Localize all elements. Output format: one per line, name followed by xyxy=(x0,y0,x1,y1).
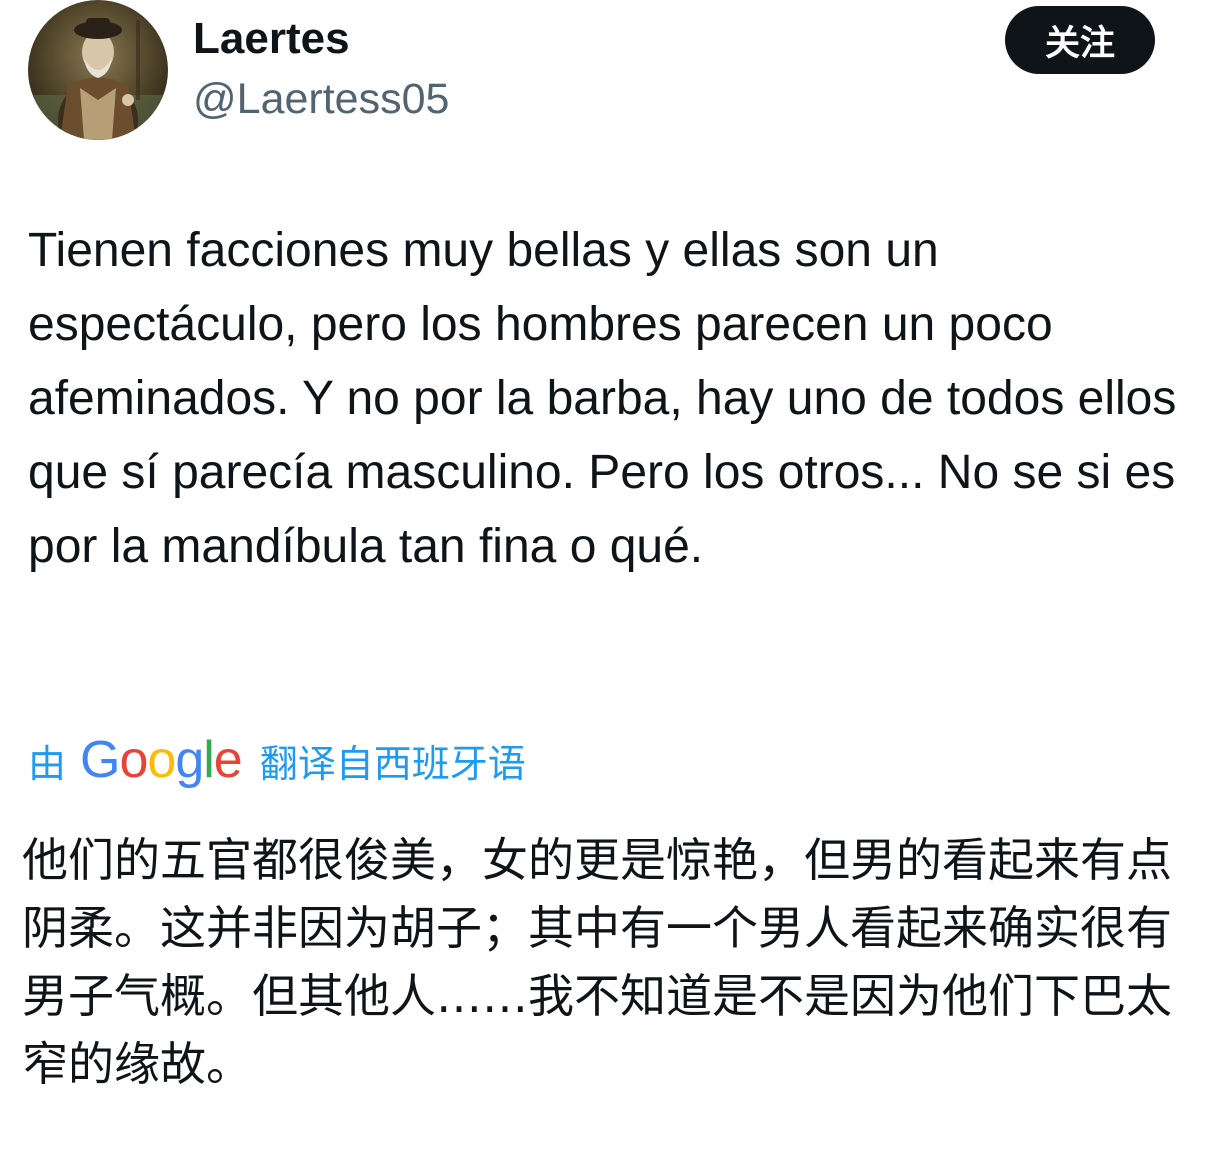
avatar[interactable] xyxy=(28,0,168,140)
translation-source-language: 翻译自西班牙语 xyxy=(259,741,526,786)
translated-text: 他们的五官都很俊美，女的更是惊艳，但男的看起来有点阴柔。这并非因为胡子；其中有一… xyxy=(22,833,1172,1091)
author-handle[interactable]: @Laertess05 xyxy=(193,72,449,126)
translation-attribution[interactable]: 由 Google 翻译自西班牙语 xyxy=(28,728,526,792)
translation-prefix: 由 xyxy=(28,741,67,786)
google-logo-letter: l xyxy=(203,731,215,789)
google-logo-letter: o xyxy=(147,731,176,789)
author-display-name[interactable]: Laertes xyxy=(193,12,350,66)
google-logo-letter: e xyxy=(213,731,243,789)
google-logo: Google xyxy=(80,728,243,792)
google-logo-letter: g xyxy=(175,731,204,789)
google-logo-letter: G xyxy=(80,731,120,789)
tweet-text: Tienen facciones muy bellas y ellas son … xyxy=(28,224,1177,573)
google-logo-letter: o xyxy=(119,731,148,789)
follow-button[interactable]: 关注 xyxy=(1005,6,1155,74)
portrait-painting-avatar-icon xyxy=(28,0,168,140)
